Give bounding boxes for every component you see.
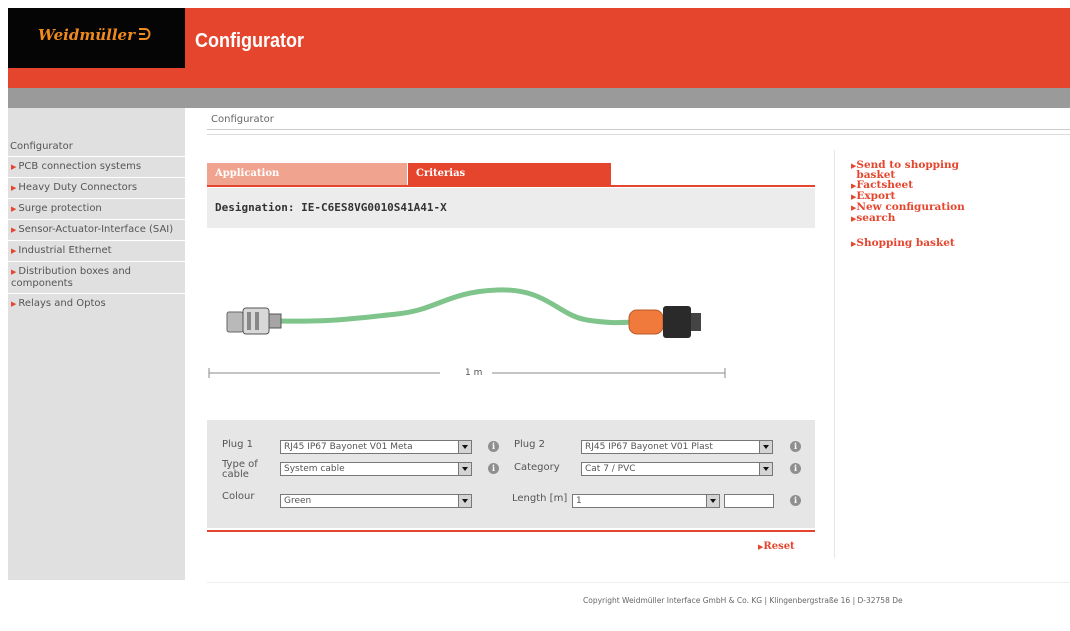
plug2-label: Plug 2: [514, 439, 546, 450]
shopping-basket-link[interactable]: ▶Shopping basket: [851, 238, 996, 249]
cable-type-select[interactable]: System cable: [280, 462, 472, 476]
cable-product-image: [226, 287, 701, 338]
sidebar-item-label: Relays and Optos: [18, 298, 106, 309]
nav-bar: [8, 88, 1070, 108]
chevron-down-icon[interactable]: [458, 441, 471, 453]
footer-divider: [207, 582, 1070, 583]
page-frame: [0, 0, 8, 631]
search-label: search: [856, 212, 896, 224]
chevron-down-icon[interactable]: [458, 463, 471, 475]
plug-plastic-icon: [628, 306, 701, 338]
arrow-right-icon: ▶: [11, 268, 17, 276]
reset-label: Reset: [763, 541, 795, 552]
length-select[interactable]: 1: [572, 494, 720, 508]
plug1-select[interactable]: RJ45 IP67 Bayonet V01 Meta: [280, 440, 472, 454]
search-link[interactable]: ▶search: [851, 213, 996, 224]
sidebar-item-label: Surge protection: [18, 203, 102, 214]
sidebar-item-label: Heavy Duty Connectors: [18, 182, 138, 193]
breadcrumb: Configurator: [207, 110, 1070, 130]
colour-value: Green: [284, 496, 312, 506]
sidebar-item-relays[interactable]: ▶ Relays and Optos: [8, 293, 185, 314]
chevron-down-icon[interactable]: [759, 441, 772, 453]
sidebar-item-heavy-duty[interactable]: ▶ Heavy Duty Connectors: [8, 177, 185, 198]
length-label: Length [m]: [512, 493, 568, 504]
sidebar-item-pcb[interactable]: ▶ PCB connection systems: [8, 156, 185, 177]
footer-text: Copyright Weidmüller Interface GmbH & Co…: [583, 596, 903, 605]
chevron-down-icon[interactable]: [706, 495, 719, 507]
arrow-right-icon: ▶: [11, 226, 17, 234]
sidebar-item-label: Sensor-Actuator-Interface (SAI): [18, 224, 174, 235]
sidebar-item-ethernet[interactable]: ▶ Industrial Ethernet: [8, 240, 185, 261]
arrow-right-icon: ▶: [11, 205, 17, 213]
info-icon[interactable]: i: [790, 495, 801, 506]
cable-type-label: Type of cable: [222, 459, 258, 480]
plug2-select[interactable]: RJ45 IP67 Bayonet V01 Plast: [581, 440, 773, 454]
category-select[interactable]: Cat 7 / PVC: [581, 462, 773, 476]
sidebar-list: ▶ PCB connection systems ▶ Heavy Duty Conn…: [8, 156, 185, 314]
category-label: Category: [514, 462, 560, 473]
app-title: Configurator: [195, 30, 304, 52]
shopping-basket-label: Shopping basket: [856, 237, 955, 249]
sidebar-item-label: Industrial Ethernet: [18, 245, 112, 256]
arrow-right-icon: ▶: [11, 247, 17, 255]
logo-mark-icon: [139, 28, 151, 40]
sidebar-item-distribution[interactable]: ▶ Distribution boxes and components: [8, 261, 185, 293]
arrow-right-icon: ▶: [11, 163, 17, 171]
chevron-down-icon[interactable]: [458, 495, 471, 507]
action-links: ▶Send to shopping basket ▶Factsheet ▶Exp…: [851, 160, 996, 249]
category-value: Cat 7 / PVC: [585, 464, 636, 474]
designation: Designation: IE-C6ES8VG0010S41A41-X: [207, 188, 815, 228]
sidebar: Configurator ▶ PCB connection systems ▶ He…: [8, 108, 185, 580]
arrow-right-icon: ▶: [11, 300, 17, 308]
form-divider: [207, 530, 815, 532]
plug2-value: RJ45 IP67 Bayonet V01 Plast: [585, 442, 713, 452]
info-icon[interactable]: i: [488, 441, 499, 452]
length-input[interactable]: [724, 494, 774, 508]
plug1-value: RJ45 IP67 Bayonet V01 Meta: [284, 442, 413, 452]
info-icon[interactable]: i: [488, 463, 499, 474]
tab-criterias[interactable]: Criterias: [408, 163, 611, 185]
tab-application[interactable]: Application: [207, 163, 407, 185]
column-divider: [834, 150, 835, 558]
sidebar-heading[interactable]: Configurator: [10, 141, 73, 152]
sidebar-item-surge[interactable]: ▶ Surge protection: [8, 198, 185, 219]
plug-metal-icon: [226, 307, 282, 335]
plug1-label: Plug 1: [222, 439, 254, 450]
colour-select[interactable]: Green: [280, 494, 472, 508]
length-value: 1: [576, 496, 582, 506]
arrow-right-icon: ▶: [11, 184, 17, 192]
tab-underline: [207, 185, 815, 187]
divider: [207, 134, 1070, 135]
sidebar-item-label: PCB connection systems: [18, 161, 142, 172]
logo[interactable]: Weidmüller: [8, 8, 185, 68]
send-to-basket-label: Send to shopping basket: [856, 159, 959, 181]
dimension-label: 1 m: [465, 368, 483, 378]
info-icon[interactable]: i: [790, 441, 801, 452]
send-to-basket-link[interactable]: ▶Send to shopping basket: [851, 159, 996, 181]
logo-text: Weidmüller: [38, 26, 135, 44]
cable-type-value: System cable: [284, 464, 345, 474]
sidebar-item-sai[interactable]: ▶ Sensor-Actuator-Interface (SAI): [8, 219, 185, 240]
info-icon[interactable]: i: [790, 463, 801, 474]
header-stripe: [8, 68, 1070, 88]
tab-bar: Application Criterias: [207, 163, 815, 185]
reset-link[interactable]: ▶Reset: [758, 541, 795, 552]
colour-label: Colour: [222, 491, 255, 502]
sidebar-item-label: Distribution boxes and components: [11, 266, 132, 289]
chevron-down-icon[interactable]: [759, 463, 772, 475]
